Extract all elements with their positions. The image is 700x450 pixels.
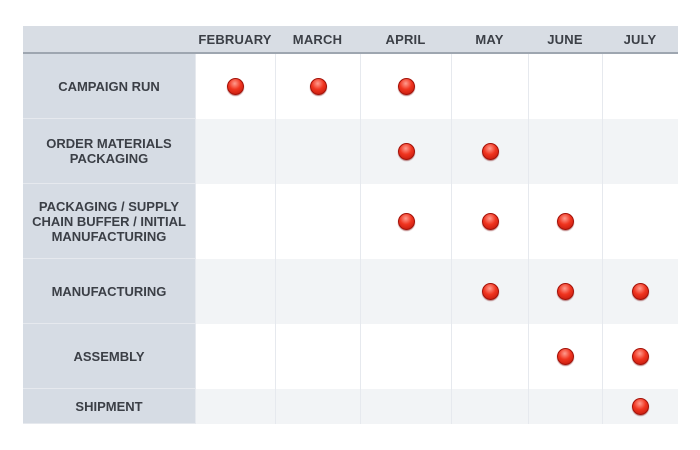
table-cell bbox=[528, 119, 602, 184]
row-label: CAMPAIGN RUN bbox=[23, 54, 195, 119]
active-marker-dot bbox=[481, 213, 499, 230]
table-cell bbox=[528, 389, 602, 424]
active-marker-dot bbox=[481, 283, 499, 300]
table-cell bbox=[451, 389, 528, 424]
row-label: ASSEMBLY bbox=[23, 324, 195, 389]
table-cell bbox=[602, 184, 678, 259]
table-cell bbox=[360, 54, 451, 119]
row-label: PACKAGING / SUPPLY CHAIN BUFFER / INITIA… bbox=[23, 184, 195, 259]
table-cell bbox=[451, 119, 528, 184]
active-marker-dot bbox=[632, 283, 649, 300]
table-cell bbox=[275, 119, 360, 184]
table-cell bbox=[451, 259, 528, 324]
active-marker-dot bbox=[632, 348, 649, 365]
table-cell bbox=[602, 54, 678, 119]
table-cell bbox=[275, 184, 360, 259]
active-marker-dot bbox=[397, 213, 415, 230]
column-header-march: MARCH bbox=[275, 26, 360, 54]
table-cell bbox=[275, 259, 360, 324]
table-cell bbox=[602, 259, 678, 324]
table-cell bbox=[195, 184, 275, 259]
column-header-april: APRIL bbox=[360, 26, 451, 54]
table-cell bbox=[528, 54, 602, 119]
active-marker-dot bbox=[557, 283, 574, 300]
active-marker-dot bbox=[632, 398, 649, 415]
table-cell bbox=[195, 259, 275, 324]
row-label: SHIPMENT bbox=[23, 389, 195, 424]
table-cell bbox=[451, 324, 528, 389]
active-marker-dot bbox=[557, 348, 574, 365]
active-marker-dot bbox=[227, 78, 244, 95]
active-marker-dot bbox=[397, 143, 415, 160]
table-cell bbox=[275, 324, 360, 389]
table-cell bbox=[275, 389, 360, 424]
table-cell bbox=[602, 119, 678, 184]
table-cell bbox=[195, 119, 275, 184]
table-cell bbox=[195, 324, 275, 389]
table-cell bbox=[360, 324, 451, 389]
table-cell bbox=[451, 184, 528, 259]
column-header-may: MAY bbox=[451, 26, 528, 54]
table-cell bbox=[275, 54, 360, 119]
table-cell bbox=[602, 324, 678, 389]
row-label: MANUFACTURING bbox=[23, 259, 195, 324]
column-header-february: FEBRUARY bbox=[195, 26, 275, 54]
table-cell bbox=[360, 184, 451, 259]
table-cell bbox=[360, 389, 451, 424]
table-cell bbox=[528, 259, 602, 324]
row-label: ORDER MATERIALS PACKAGING bbox=[23, 119, 195, 184]
table-cell bbox=[602, 389, 678, 424]
table-cell bbox=[195, 389, 275, 424]
table-cell bbox=[528, 324, 602, 389]
table-cell bbox=[195, 54, 275, 119]
active-marker-dot bbox=[481, 143, 499, 160]
table-cell bbox=[528, 184, 602, 259]
active-marker-dot bbox=[397, 78, 415, 95]
table-cell bbox=[360, 259, 451, 324]
table-cell bbox=[360, 119, 451, 184]
active-marker-dot bbox=[557, 213, 574, 230]
column-header-june: JUNE bbox=[528, 26, 602, 54]
column-header-july: JULY bbox=[602, 26, 678, 54]
timeline-table: FEBRUARY MARCH APRIL MAY JUNE JULY CAMPAIGN RU… bbox=[23, 26, 678, 424]
header-corner bbox=[23, 26, 195, 54]
active-marker-dot bbox=[309, 78, 327, 95]
table-cell bbox=[451, 54, 528, 119]
